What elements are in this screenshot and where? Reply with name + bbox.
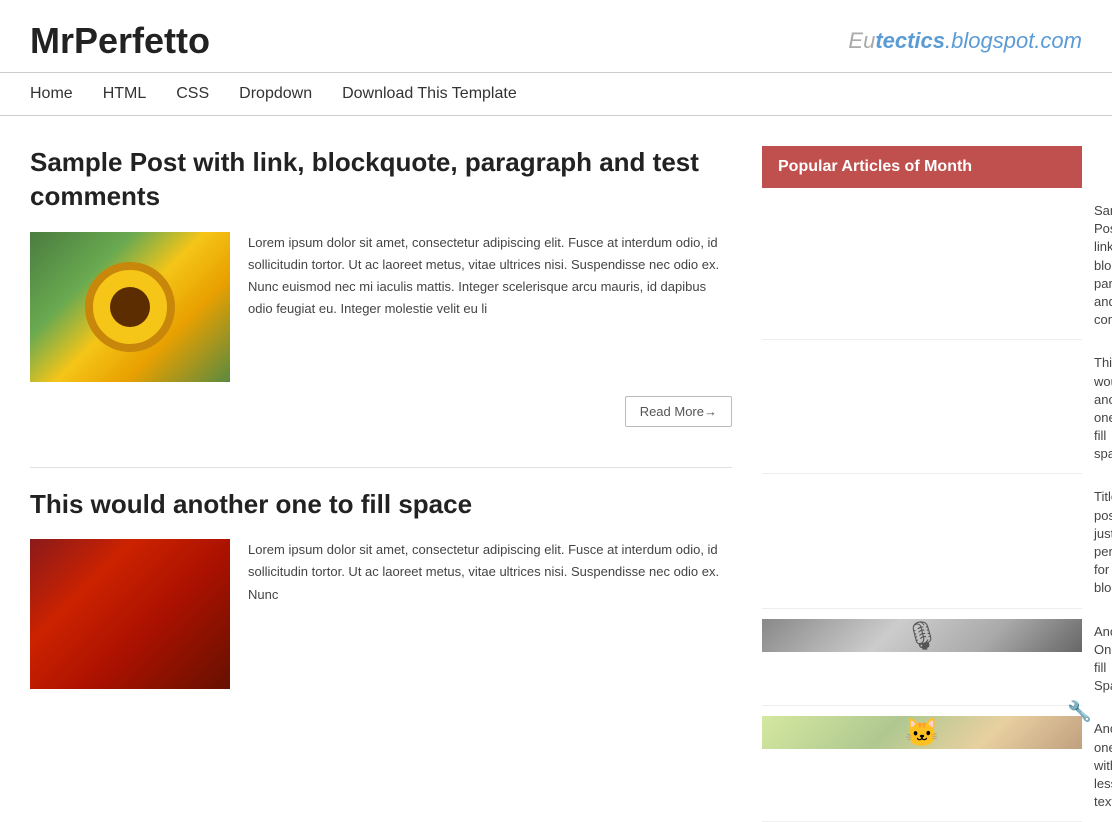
post-2-text: Lorem ipsum dolor sit amet, consectetur …: [248, 539, 732, 689]
wrench-icon[interactable]: 🔧: [1067, 699, 1092, 724]
nav-bar: Home HTML CSS Dropdown Download This Tem…: [0, 72, 1112, 116]
nav-download[interactable]: Download This Template: [342, 73, 517, 115]
post-1-body: Lorem ipsum dolor sit amet, consectetur …: [30, 232, 732, 382]
read-more-button-1[interactable]: Read More→: [625, 396, 732, 427]
sidebar-title-2: Title of post is just perfect for this b…: [1094, 484, 1112, 597]
post-divider-1: [30, 467, 732, 468]
sidebar-item-0[interactable]: Sample Post with link, blockquote, parag…: [762, 188, 1082, 340]
post-1-text: Lorem ipsum dolor sit amet, consectetur …: [248, 232, 732, 382]
sidebar-item-2[interactable]: Title of post is just perfect for this b…: [762, 474, 1082, 608]
post-1-image: [30, 232, 230, 382]
nav-home[interactable]: Home: [30, 73, 73, 115]
site-title: MrPerfetto: [30, 20, 210, 62]
site-subtitle: Eutectics.blogspot.com: [848, 28, 1082, 54]
post-2-image: [30, 539, 230, 689]
nav-dropdown[interactable]: Dropdown: [239, 73, 312, 115]
main-content: Sample Post with link, blockquote, parag…: [30, 146, 732, 822]
subtitle-colored: tectics: [875, 28, 945, 53]
read-more-wrap-1: Read More→: [30, 396, 732, 427]
subtitle-domain: .blogspot.com: [945, 28, 1082, 53]
content-wrapper: Sample Post with link, blockquote, parag…: [0, 116, 1112, 822]
post-1-title: Sample Post with link, blockquote, parag…: [30, 146, 732, 214]
post-1: Sample Post with link, blockquote, parag…: [30, 146, 732, 427]
sunflower-center: [110, 287, 150, 327]
subtitle-plain: Eu: [848, 28, 875, 53]
nav-html[interactable]: HTML: [103, 73, 147, 115]
nav-css[interactable]: CSS: [176, 73, 209, 115]
post-2: This would another one to fill space Lor…: [30, 488, 732, 690]
post-2-title: This would another one to fill space: [30, 488, 732, 522]
sidebar-item-4[interactable]: 🐱 Another one with less text: [762, 706, 1082, 822]
sidebar-item-1[interactable]: This would another one to fill space: [762, 340, 1082, 474]
sidebar-title-3: Another One to fill Space: [1094, 619, 1112, 696]
sidebar: Popular Articles of Month Sample Post wi…: [762, 146, 1082, 822]
sidebar-item-3[interactable]: 🎙 Another One to fill Space: [762, 609, 1082, 707]
header: MrPerfetto Eutectics.blogspot.com: [0, 0, 1112, 72]
sidebar-title-0: Sample Post with link, blockquote, parag…: [1094, 198, 1112, 329]
sidebar-thumb-4: 🐱: [762, 716, 1082, 749]
post-2-body: Lorem ipsum dolor sit amet, consectetur …: [30, 539, 732, 689]
sidebar-title-4: Another one with less text: [1094, 716, 1112, 811]
sidebar-title-1: This would another one to fill space: [1094, 350, 1112, 463]
sidebar-header: Popular Articles of Month: [762, 146, 1082, 188]
sidebar-thumb-3: 🎙: [762, 619, 1082, 652]
